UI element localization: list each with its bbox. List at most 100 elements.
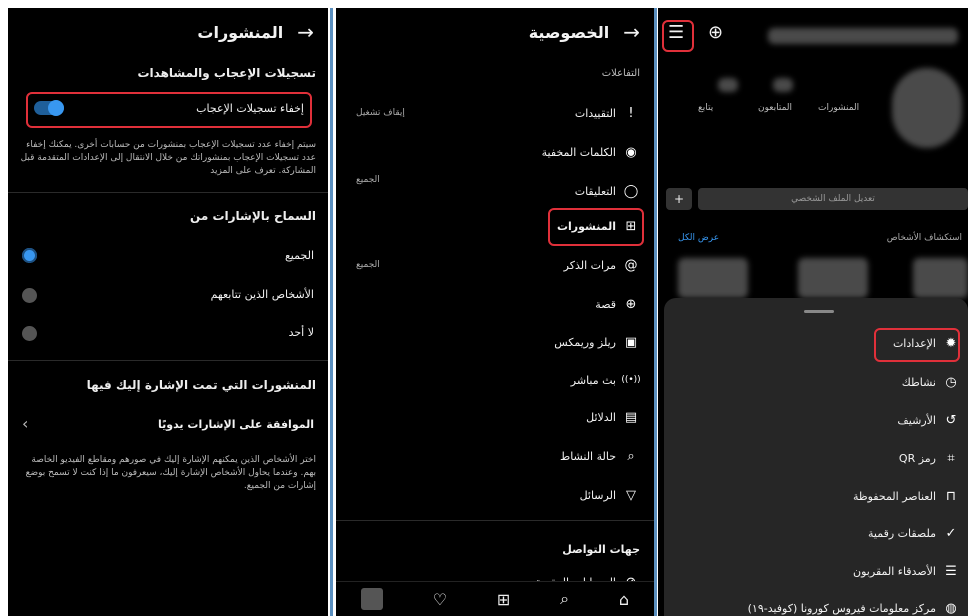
item-label: نشاطك [901,375,936,389]
plus-square-icon: ⊞ [625,218,637,234]
discover-people-label: استكشاف الأشخاص [886,233,962,243]
activity-icon: ⌕ [627,448,635,464]
menu-item-settings[interactable]: ✹ الإعدادات [678,331,960,355]
item-label: مرات الذكر [563,258,616,272]
comment-icon: ◯ [623,183,639,199]
menu-item-close-friends[interactable]: ☰ الأصدقاء المقربون [678,559,960,583]
item-label: الكلمات المخفية [541,145,616,159]
item-label: بث مباشر [570,373,616,387]
posts-settings-panel: → المنشورات تسجيلات الإعجاب والمشاهدات إ… [8,8,328,616]
privacy-item-story[interactable]: ⊕ قصة [350,292,640,316]
stat-followers-label: المتابعون [758,103,793,113]
menu-item-your-activity[interactable]: ◷ نشاطك [678,370,960,394]
privacy-item-reels[interactable]: ▣ ريلز وريمكس [350,330,640,354]
item-label: الدلائل [586,410,616,424]
item-label: الأرشيف [897,413,936,427]
profile-thumb[interactable] [360,588,383,610]
back-arrow-icon[interactable]: → [623,22,640,42]
divider [8,192,328,193]
alert-icon: ! [628,105,634,121]
add-person-icon[interactable]: + [666,188,692,210]
item-label: حالة النشاط [560,449,616,463]
heart-icon[interactable]: ♡ [433,590,447,609]
stat-blur [718,78,738,92]
info-center-icon: ◍ [945,600,957,616]
activity-clock-icon: ◷ [945,374,957,390]
stat-following-label: يتابع [698,103,714,113]
privacy-item-restrictions[interactable]: ! التقييدات إيقاف تشغيل [350,101,640,125]
radio-everyone[interactable] [22,248,37,263]
divider [336,520,654,521]
item-label: رمز QR [898,451,936,465]
hamburger-menu-icon[interactable]: ☰ [668,22,684,43]
item-value: الجميع [356,260,380,270]
item-label: الإعدادات [892,336,936,350]
privacy-item-mentions[interactable]: @ مرات الذكر الجميع [350,253,640,277]
item-label: ريلز وريمكس [554,335,616,349]
back-arrow-icon[interactable]: → [297,22,314,42]
radio-none[interactable] [22,326,37,341]
item-label: ملصقات رقمية [868,526,936,540]
gear-icon: ✹ [945,335,957,351]
item-value: إيقاف تشغيل [356,108,405,118]
manual-approve-description: اختر الأشخاص الذين يمكنهم الإشارة إليك ف… [25,455,316,491]
privacy-item-hidden-words[interactable]: ◉ الكلمات المخفية [350,140,640,164]
privacy-item-live[interactable]: ((•)) بث مباشر [350,368,641,392]
item-value: الجميع [356,175,380,185]
section-connections-heading: جهات التواصل [562,543,640,556]
page-title: المنشورات [197,22,284,42]
tag-option-everyone: الجميع [284,249,314,262]
guides-icon: ▤ [624,409,638,425]
section-tagged-posts-heading: المنشورات التي تمت الإشارة إليك فيها [86,378,316,392]
edit-profile-button[interactable]: تعديل الملف الشخصي [698,188,968,210]
see-all-link[interactable]: عرض الكل [678,233,719,243]
menu-item-qr-code[interactable]: ⌗ رمز QR [678,446,960,470]
privacy-item-activity-status[interactable]: ⌕ حالة النشاط [350,444,640,468]
menu-item-covid-center[interactable]: ◍ مركز معلومات فيروس كورونا (كوفيد-١٩) [678,596,960,616]
chevron-icon[interactable]: ‹ [22,414,28,433]
hide-likes-description: سيتم إخفاء عدد تسجيلات الإعجاب بمنشورات … [20,140,316,176]
panel-divider [330,8,333,616]
options-sheet: ✹ الإعدادات ◷ نشاطك ↺ الأرشيف ⌗ رمز QR ⊓… [664,298,968,616]
item-label: التقييدات [574,106,616,120]
sheet-handle[interactable] [804,310,834,313]
archive-icon: ↺ [945,412,957,428]
avatar[interactable] [892,68,962,148]
privacy-item-messages[interactable]: ▽ الرسائل [350,483,640,507]
stat-blur [773,78,793,92]
privacy-item-posts[interactable]: ⊞ المنشورات [350,214,640,238]
page-title: الخصوصية [528,22,610,42]
divider [8,360,328,361]
menu-item-saved[interactable]: ⊓ العناصر المحفوظة [678,484,960,508]
suggestion-card[interactable] [798,258,868,298]
username-blurred [768,28,958,44]
panel-divider [654,8,657,616]
hide-likes-toggle[interactable] [34,100,64,116]
suggestion-card[interactable] [913,258,968,298]
home-icon[interactable]: ⌂ [619,590,629,609]
list-icon: ☰ [945,563,957,579]
menu-item-digital-collectibles[interactable]: ✓ ملصقات رقمية [678,521,960,545]
menu-item-archive[interactable]: ↺ الأرشيف [678,408,960,432]
eye-icon: ◉ [625,144,637,160]
item-label: مركز معلومات فيروس كورونا (كوفيد-١٩) [747,601,936,615]
send-icon: ▽ [626,487,636,503]
privacy-item-comments[interactable]: ◯ التعليقات الجميع [350,175,640,203]
bottom-nav: ♡ ⊞ ⌕ ⌂ [336,581,654,616]
item-label: الأصدقاء المقربون [853,564,936,578]
manual-approve-label[interactable]: الموافقة على الإشارات يدويًا [158,418,314,431]
privacy-item-guides[interactable]: ▤ الدلائل [350,405,640,429]
profile-panel: ☰ ⊕ المنشورات المتابعون يتابع + تعديل ال… [658,8,968,616]
tag-option-following: الأشخاص الذين تتابعهم [210,288,314,301]
suggestion-card[interactable] [678,258,748,298]
at-icon: @ [624,257,638,273]
radio-following[interactable] [22,288,37,303]
reels-icon: ▣ [624,334,638,350]
qr-icon: ⌗ [947,450,955,466]
search-icon[interactable]: ⌕ [560,589,569,609]
hide-likes-label: إخفاء تسجيلات الإعجاب [196,102,304,115]
check-badge-icon: ✓ [945,525,957,541]
add-post-icon[interactable]: ⊕ [708,22,723,43]
add-icon[interactable]: ⊞ [497,590,510,609]
stat-posts-label: المنشورات [818,103,860,113]
